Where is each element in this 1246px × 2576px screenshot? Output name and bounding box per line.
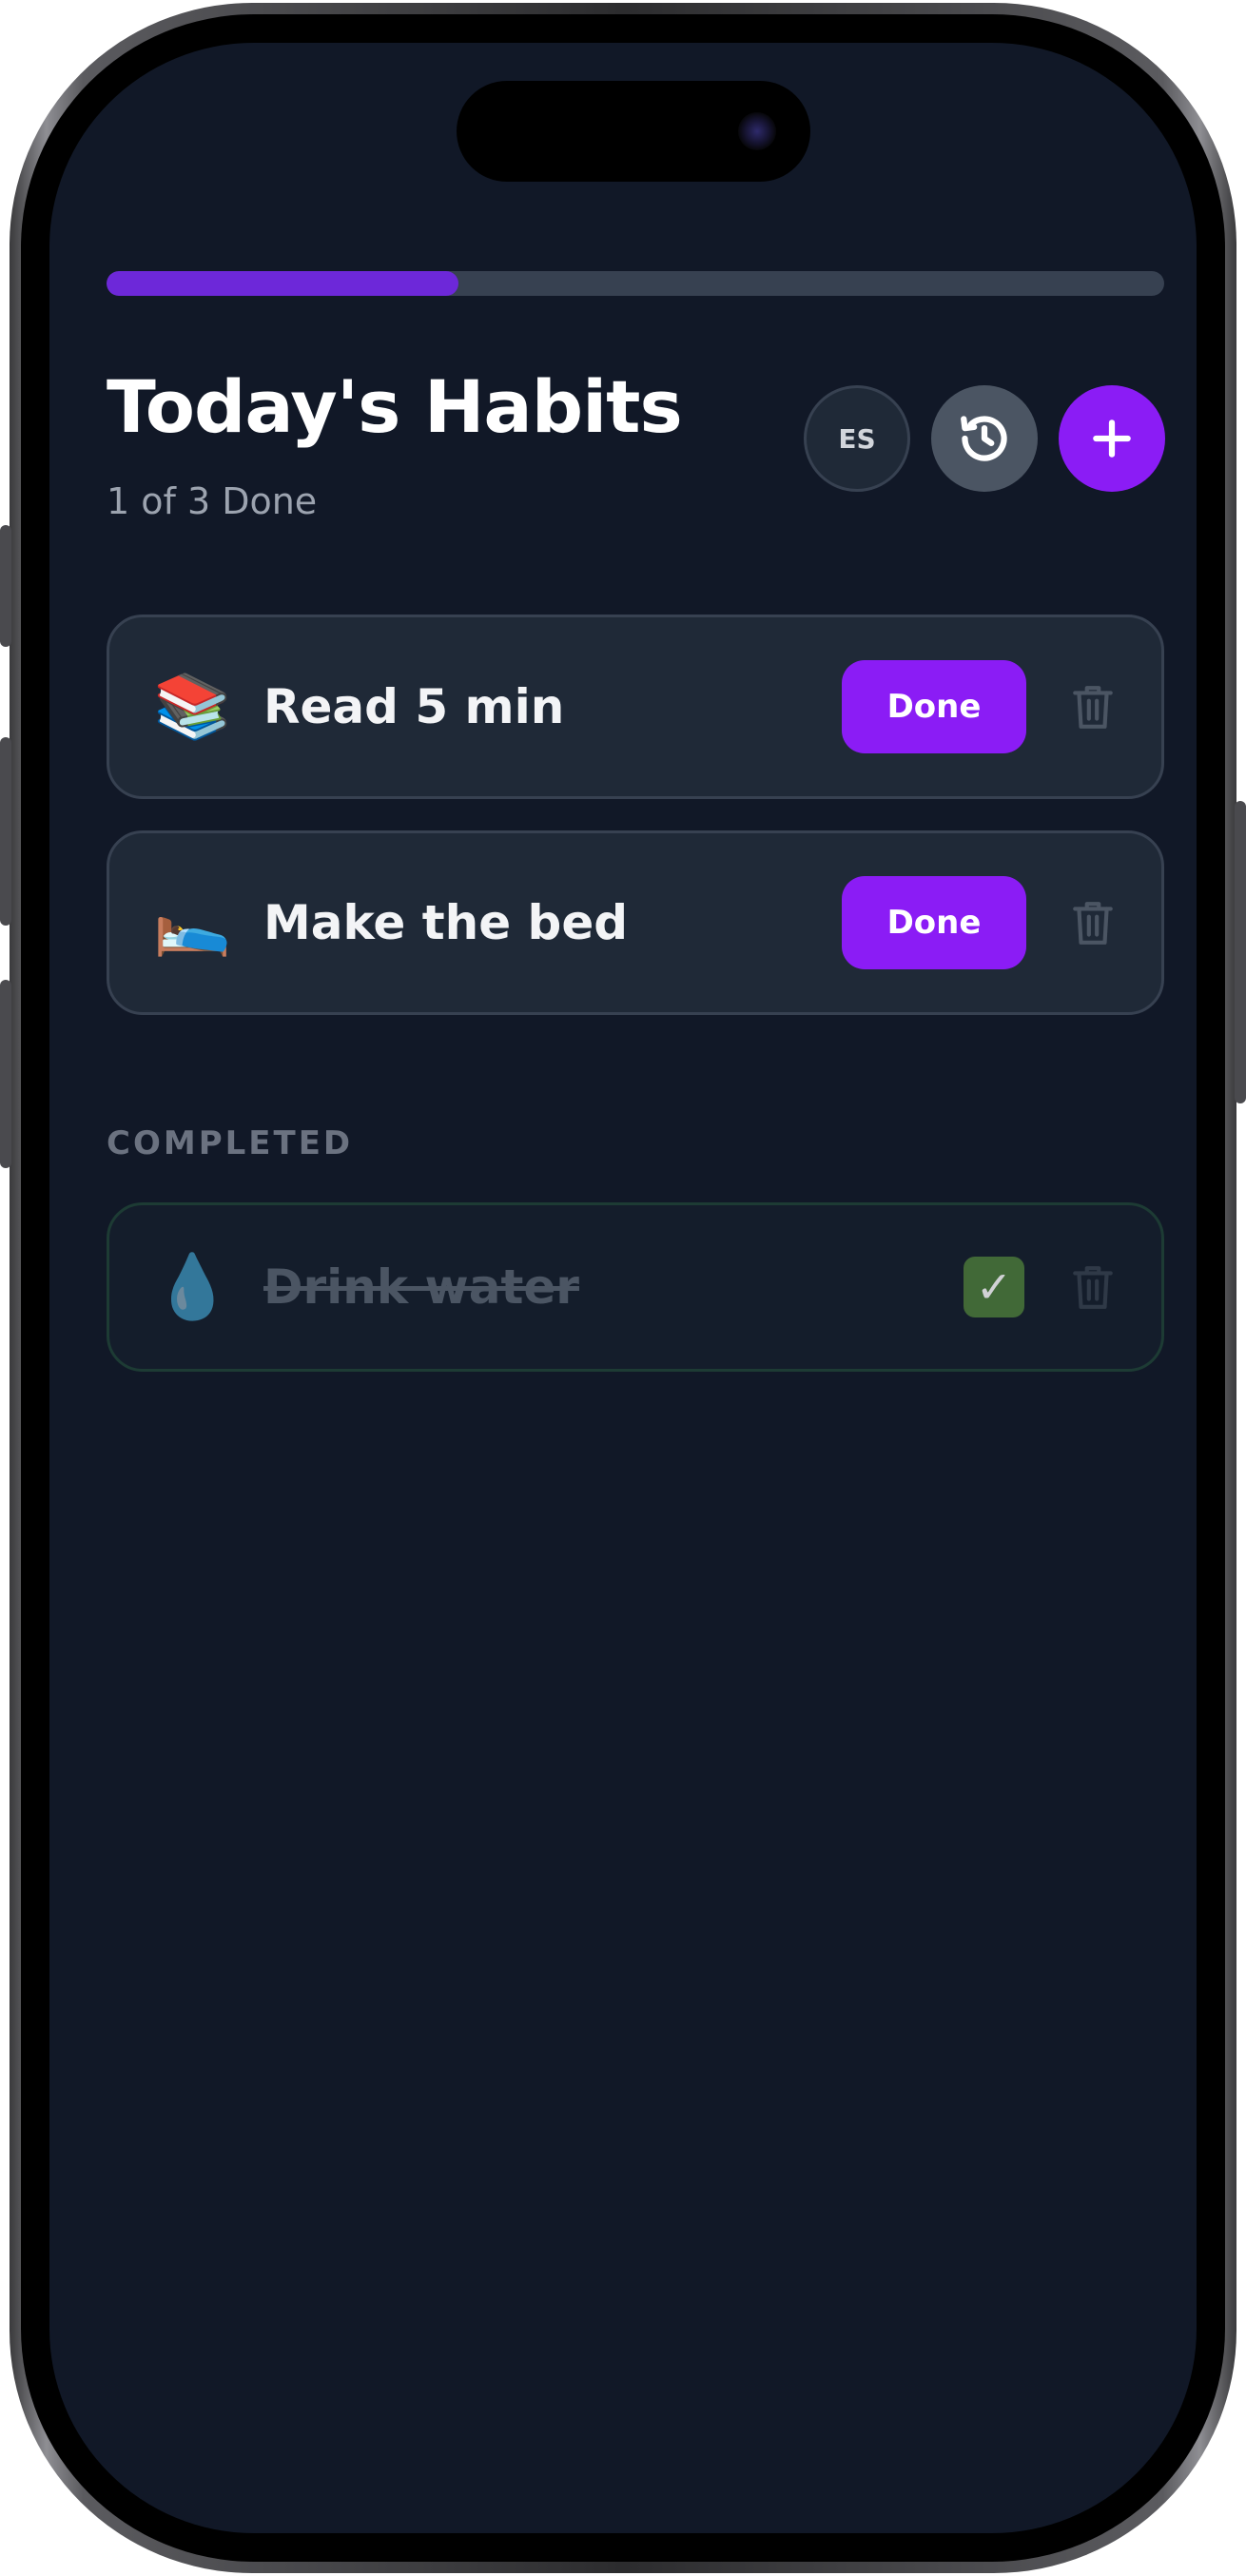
phone-frame: Today's Habits 1 of 3 Done ES 📚 Read 5 m… [10, 3, 1236, 2573]
habit-name: Drink water [263, 1259, 579, 1315]
add-habit-button[interactable] [1059, 385, 1165, 492]
trash-icon [1073, 1266, 1113, 1309]
completed-habit-card: 💧 Drink water ✓ [107, 1202, 1164, 1372]
habit-card: 🛌 Make the bed Done [107, 830, 1164, 1015]
habit-name: Make the bed [263, 895, 629, 950]
water-drop-icon: 💧 [153, 1250, 232, 1323]
delete-habit-button[interactable] [1066, 894, 1119, 951]
delete-habit-button[interactable] [1066, 678, 1119, 735]
mark-done-button[interactable]: Done [842, 660, 1026, 753]
completed-section-label: COMPLETED [107, 1124, 354, 1162]
trash-icon [1073, 686, 1113, 729]
power-button [1235, 801, 1246, 1103]
mark-done-button[interactable]: Done [842, 876, 1026, 969]
bed-icon: 🛌 [153, 886, 232, 959]
delete-habit-button[interactable] [1066, 1259, 1119, 1316]
daily-progress-bar [107, 271, 1164, 296]
history-icon [961, 416, 1007, 461]
books-icon: 📚 [153, 670, 232, 743]
language-label: ES [838, 422, 876, 455]
volume-up-button [0, 737, 11, 926]
volume-down-button [0, 980, 11, 1168]
check-mark-icon: ✓ [964, 1257, 1024, 1317]
history-button[interactable] [931, 385, 1038, 492]
front-camera [738, 112, 776, 150]
phone-bezel: Today's Habits 1 of 3 Done ES 📚 Read 5 m… [21, 14, 1225, 2562]
page-title: Today's Habits [107, 364, 683, 449]
plus-icon [1093, 420, 1131, 458]
completion-summary: 1 of 3 Done [107, 480, 318, 522]
action-button [0, 525, 11, 647]
dynamic-island [457, 81, 810, 182]
habit-card: 📚 Read 5 min Done [107, 615, 1164, 799]
habit-name: Read 5 min [263, 679, 565, 734]
daily-progress-fill [107, 271, 459, 296]
app-screen: Today's Habits 1 of 3 Done ES 📚 Read 5 m… [49, 43, 1197, 2533]
language-toggle-button[interactable]: ES [804, 385, 910, 492]
trash-icon [1073, 902, 1113, 945]
